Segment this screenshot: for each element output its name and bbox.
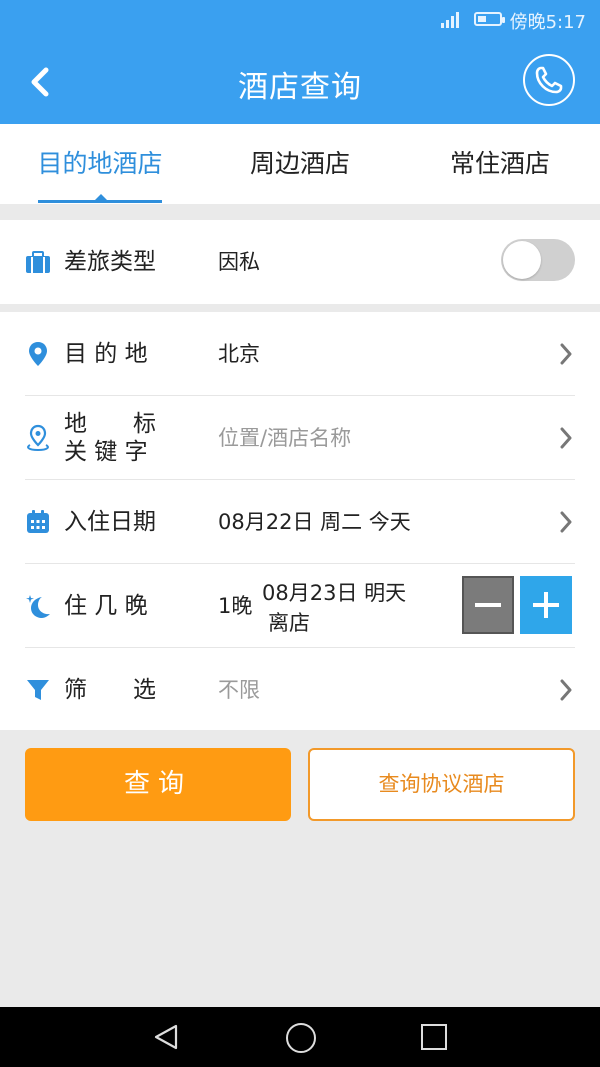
travel-type-label: 差旅类型 — [64, 249, 156, 275]
landmark-label-line2: 关 键 字 — [64, 439, 148, 465]
checkin-value: 08月22日 周二 今天 — [218, 510, 411, 534]
checkout-date: 08月23日 明天 — [262, 581, 407, 605]
checkout-label: 离店 — [268, 611, 310, 635]
chevron-right-icon — [560, 343, 572, 365]
header: 酒店查询 — [0, 40, 600, 124]
battery-icon — [474, 12, 505, 26]
travel-type-row: 差旅类型 因私 — [0, 220, 600, 304]
landmark-row[interactable]: 地 标 关 键 字 位置/酒店名称 — [0, 396, 600, 480]
landmark-pin-icon — [27, 424, 49, 452]
checkout-info: 08月23日 明天 离店 — [262, 578, 406, 638]
checkin-label: 入住日期 — [64, 509, 156, 535]
nights-label: 住 几 晚 — [64, 593, 148, 619]
system-back-icon[interactable] — [152, 1023, 180, 1051]
travel-type-toggle[interactable] — [501, 239, 575, 281]
landmark-input[interactable]: 位置/酒店名称 — [218, 396, 351, 480]
chevron-right-icon — [560, 511, 572, 533]
search-button[interactable]: 查询 — [25, 748, 291, 821]
status-bar: 傍晚5:17 — [0, 0, 600, 40]
toggle-knob — [503, 241, 541, 279]
page-title: 酒店查询 — [238, 70, 362, 105]
filter-value: 不限 — [218, 678, 260, 702]
moon-icon — [26, 595, 50, 618]
minus-icon — [475, 603, 501, 607]
tab-nearby-hotel[interactable]: 周边酒店 — [220, 124, 380, 204]
tab-frequent-hotel[interactable]: 常住酒店 — [420, 124, 580, 204]
chevron-right-icon — [560, 679, 572, 701]
tab-indicator-caret — [95, 194, 107, 200]
chevron-right-icon — [560, 427, 572, 449]
filter-row[interactable]: 筛 选 不限 — [0, 648, 600, 732]
tab-indicator — [38, 200, 162, 203]
decrease-nights-button[interactable] — [462, 576, 514, 634]
phone-icon — [535, 66, 563, 94]
system-home-icon[interactable] — [286, 1023, 316, 1053]
phone-button[interactable] — [523, 54, 575, 106]
system-recents-icon[interactable] — [421, 1024, 447, 1050]
filter-label: 筛 选 — [64, 677, 156, 703]
status-time: 傍晚5:17 — [509, 12, 586, 33]
destination-row[interactable]: 目 的 地 北京 — [0, 312, 600, 396]
filter-icon — [27, 680, 49, 700]
destination-label: 目 的 地 — [64, 341, 148, 367]
travel-type-value: 因私 — [218, 250, 260, 274]
tab-bar: 目的地酒店 周边酒店 常住酒店 — [0, 124, 600, 204]
increase-nights-button[interactable] — [520, 576, 572, 634]
system-navigation-bar — [0, 1007, 600, 1067]
signal-icon — [441, 12, 459, 28]
calendar-icon — [27, 510, 49, 533]
destination-value: 北京 — [218, 342, 260, 366]
location-pin-icon — [29, 342, 47, 366]
tab-destination-hotel[interactable]: 目的地酒店 — [20, 124, 180, 204]
search-form: 目 的 地 北京 地 标 关 键 字 位置/酒店名称 入住日期 08月22日 周… — [0, 312, 600, 730]
briefcase-icon — [26, 251, 50, 273]
landmark-label-line1: 地 标 — [64, 411, 156, 437]
landmark-label: 地 标 关 键 字 — [64, 410, 156, 466]
nights-count: 1晚 — [218, 594, 253, 618]
agreement-hotel-search-button[interactable]: 查询协议酒店 — [308, 748, 575, 821]
nights-row: 住 几 晚 1晚 08月23日 明天 离店 — [0, 564, 600, 648]
checkin-row[interactable]: 入住日期 08月22日 周二 今天 — [0, 480, 600, 564]
